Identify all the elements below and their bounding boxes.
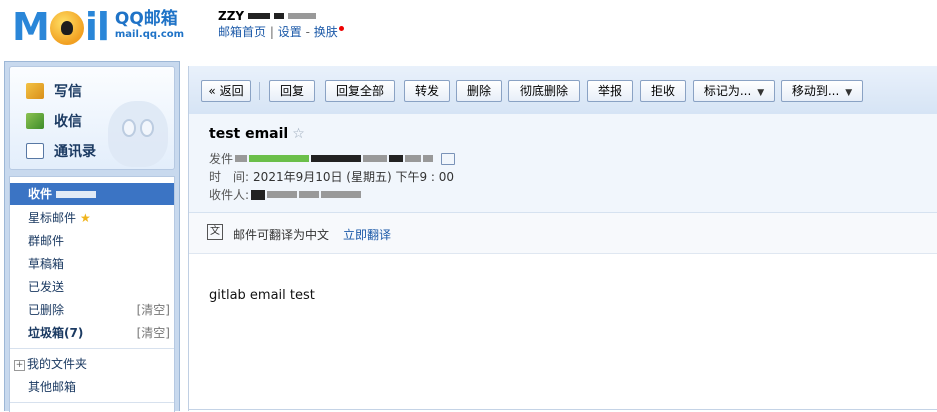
clear-deleted-link[interactable]: [清空] — [137, 299, 170, 321]
contacts-button[interactable]: 通讯录 — [26, 141, 96, 161]
back-button[interactable]: « 返回 — [201, 80, 251, 102]
redacted-text — [299, 191, 320, 198]
user-name: ZZY — [218, 9, 245, 23]
redacted-text — [405, 155, 422, 162]
mail-to-row: 收件人: — [209, 186, 362, 203]
settings-link[interactable]: 设置 — [278, 25, 302, 39]
qq-mail-logo[interactable]: Mil QQ邮箱 mail.qq.com — [12, 6, 184, 48]
mail-toolbar: « 返回 回复 回复全部 转发 删除 彻底删除 举报 拒收 标记为... ▼ 移动… — [189, 66, 937, 115]
folder-sent[interactable]: 已发送 — [10, 276, 174, 298]
mail-header: test email ☆ 发件 时 间: 2021年9月10日 (星期五) 下午… — [189, 114, 937, 213]
move-to-dropdown[interactable]: 移动到... ▼ — [781, 80, 863, 102]
star-icon: ★ — [80, 211, 91, 225]
redacted-text — [423, 155, 434, 162]
folder-deleted[interactable]: 已删除 [清空] — [10, 299, 174, 321]
redacted-text — [251, 189, 266, 200]
redacted-text — [267, 191, 298, 198]
logo-domain: mail.qq.com — [114, 29, 185, 40]
redacted-text — [321, 191, 362, 198]
new-dot-icon — [338, 26, 344, 31]
translate-now-link[interactable]: 立即翻译 — [343, 226, 391, 243]
folder-drafts[interactable]: 草稿箱 — [10, 253, 174, 275]
chevron-down-icon: ▼ — [757, 88, 765, 98]
reply-all-button[interactable]: 回复全部 — [325, 80, 395, 102]
folder-my-folders[interactable]: + 我的文件夹 — [10, 353, 174, 375]
home-link[interactable]: 邮箱首页 — [218, 25, 266, 39]
toolbar-divider — [259, 82, 260, 100]
check-mail-button[interactable]: 收信 — [26, 111, 82, 131]
redacted-text — [311, 155, 362, 162]
logo-name: QQ邮箱 — [114, 9, 178, 29]
skin-link[interactable]: 换肤 — [314, 25, 338, 39]
logo-mark: Mil — [12, 5, 110, 49]
redacted-text — [56, 191, 97, 198]
sidebar-actions: 写信 收信 通讯录 — [9, 66, 175, 170]
pencil-note-icon — [26, 83, 44, 99]
expand-plus-icon[interactable]: + — [14, 360, 25, 371]
translate-bar: 文 邮件可翻译为中文 立即翻译 — [189, 213, 937, 254]
folder-inbox[interactable]: 收件 — [10, 183, 174, 205]
mark-as-dropdown[interactable]: 标记为... ▼ — [693, 80, 775, 102]
mail-time-row: 时 间: 2021年9月10日 (星期五) 下午9 : 00 — [209, 170, 455, 184]
compose-button[interactable]: 写信 — [26, 81, 82, 101]
folder-group[interactable]: 群邮件 — [10, 230, 174, 252]
penguin-watermark-icon — [108, 101, 168, 167]
redacted-text — [363, 155, 388, 162]
translate-text: 邮件可翻译为中文 — [233, 228, 330, 242]
mail-time: 2021年9月10日 (星期五) 下午9 : 00 — [253, 170, 455, 184]
mail-from-row: 发件 — [209, 150, 456, 167]
redacted-text — [389, 155, 404, 162]
redacted-text — [274, 13, 285, 19]
translate-icon: 文 — [207, 224, 223, 240]
folder-divider — [10, 348, 174, 349]
clear-spam-link[interactable]: [清空] — [137, 322, 170, 344]
folder-divider — [10, 402, 174, 403]
delete-button[interactable]: 删除 — [456, 80, 502, 102]
report-button[interactable]: 举报 — [587, 80, 633, 102]
redacted-text — [249, 155, 310, 162]
redacted-text — [235, 155, 248, 162]
inbox-download-icon — [26, 113, 44, 129]
mail-subject: test email ☆ — [209, 126, 305, 142]
folder-other-mailboxes[interactable]: 其他邮箱 — [10, 376, 174, 398]
mail-view: « 返回 回复 回复全部 转发 删除 彻底删除 举报 拒收 标记为... ▼ 移动… — [188, 66, 937, 411]
chevron-down-icon: ▼ — [845, 88, 853, 98]
folder-starred[interactable]: 星标邮件 ★ — [10, 207, 174, 229]
mail-bottom-border — [189, 409, 937, 410]
address-book-icon — [26, 143, 44, 159]
mail-body: gitlab email test — [209, 288, 315, 303]
sidebar: 写信 收信 通讯录 收件 星标邮件★ 群邮件 草稿箱 已发送 已删除 [清空] — [4, 61, 180, 412]
reject-button[interactable]: 拒收 — [640, 80, 686, 102]
redacted-text — [288, 13, 317, 19]
user-links: 邮箱首页 | 设置 - 换肤 — [218, 24, 344, 40]
penguin-logo-icon — [49, 11, 84, 45]
contact-card-icon[interactable] — [441, 152, 456, 165]
user-box: ZZY 邮箱首页 | 设置 - 换肤 — [218, 8, 344, 40]
reply-button[interactable]: 回复 — [269, 80, 315, 102]
folder-spam[interactable]: 垃圾箱(7) [清空] — [10, 322, 174, 344]
forward-button[interactable]: 转发 — [404, 80, 450, 102]
redacted-text — [248, 13, 271, 19]
star-outline-icon[interactable]: ☆ — [292, 126, 305, 142]
permanent-delete-button[interactable]: 彻底删除 — [508, 80, 580, 102]
folder-list: 收件 星标邮件 ★ 群邮件 草稿箱 已发送 已删除 [清空] 垃圾箱(7) [清空… — [9, 176, 175, 412]
